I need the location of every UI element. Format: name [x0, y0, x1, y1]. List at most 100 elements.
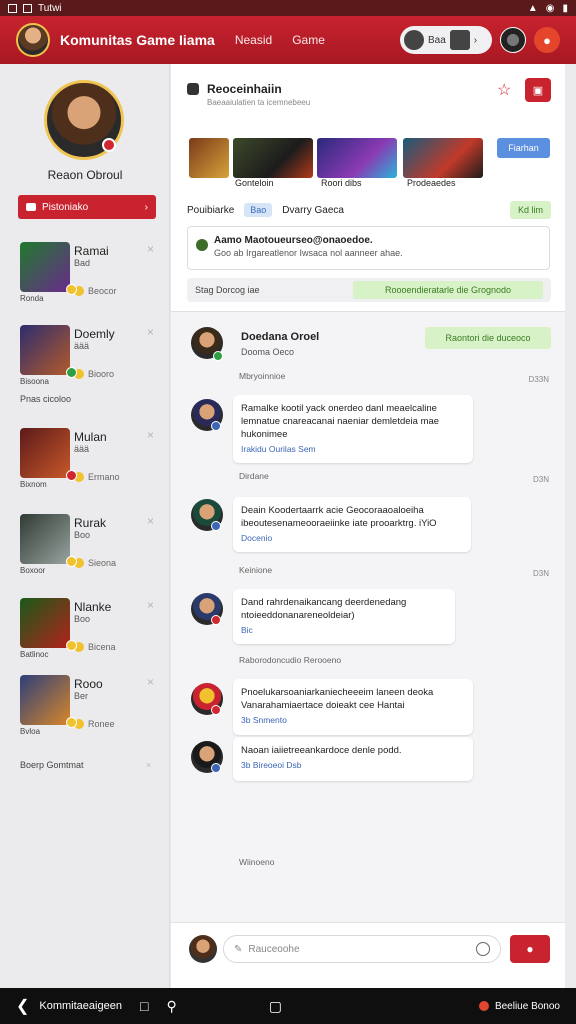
- chevron-right-icon: ›: [144, 201, 148, 213]
- message-meta: 3b Snmento: [241, 715, 287, 725]
- user-avatar: [189, 935, 217, 963]
- scroll-gutter[interactable]: [565, 64, 576, 988]
- author-name: Doedana Oroel: [241, 331, 320, 343]
- close-icon[interactable]: ×: [147, 428, 154, 442]
- message-group-header: Raborodoncudio Rerooeno: [239, 655, 342, 665]
- bottom-right-label[interactable]: Beeliue Bonoo: [495, 1001, 560, 1012]
- game-meta-text: Beocor: [88, 286, 117, 296]
- status-dot: [66, 470, 77, 481]
- sidebar-game-item[interactable]: Rooo Ber Ronee × Bvloa: [18, 673, 158, 736]
- game-meta: Biooro: [74, 369, 114, 379]
- game-meta-text: Bicena: [88, 642, 116, 652]
- game-thumbnail: [20, 514, 70, 564]
- message-text: Dand rahrdenaikancang deerdenedang ntoie…: [241, 597, 407, 621]
- user-avatar[interactable]: [16, 23, 50, 57]
- announcement-box[interactable]: Aamo Maotoueurseo@onaoedoe. Goo ab Irgar…: [187, 226, 550, 270]
- sidebar-primary-button[interactable]: Pistoniako ›: [18, 195, 156, 219]
- status-dot: [66, 367, 77, 378]
- status-dot: [66, 717, 77, 728]
- close-icon[interactable]: ×: [147, 325, 154, 339]
- banner-caption: Prodeaedes: [407, 178, 456, 188]
- banner-image[interactable]: [403, 138, 483, 178]
- sidebar-game-item[interactable]: Doemly äää Biooro × Bisoona: [18, 323, 158, 386]
- message-bubble[interactable]: Deain Koodertaarrk acie Geocoraaoaloeiha…: [233, 497, 471, 552]
- send-button[interactable]: ●: [510, 935, 550, 963]
- tab-1[interactable]: Pouibiarke: [187, 205, 234, 216]
- battery-icon: ▮: [562, 2, 568, 14]
- message-meta: Irakidu Ourilas Sem: [241, 444, 316, 454]
- main-panel: Reoceinhaiin Baeaaiulatien ta icemnebeeu…: [171, 64, 565, 988]
- sidebar-button-label: Pistoniako: [42, 201, 89, 213]
- close-icon[interactable]: ×: [146, 760, 151, 770]
- profile-avatar[interactable]: [500, 27, 526, 53]
- home-icon[interactable]: ▢: [269, 998, 282, 1015]
- banner-caption: Roori dibs: [321, 178, 362, 188]
- account-switcher[interactable]: Baa ›: [400, 26, 492, 54]
- sidebar-game-item[interactable]: Nlanke Boo Bicena × Batlinoc: [18, 596, 158, 659]
- game-caption: Batlinoc: [20, 650, 49, 659]
- game-caption: Bvloa: [20, 727, 41, 736]
- search-icon[interactable]: ⚲: [166, 998, 176, 1015]
- message-time: D3N: [532, 569, 549, 578]
- close-icon[interactable]: ×: [147, 242, 154, 256]
- join-button[interactable]: Raontori die duceoco: [425, 327, 551, 349]
- close-icon[interactable]: ×: [147, 598, 154, 612]
- game-meta: Bicena: [74, 642, 116, 652]
- game-meta-text: Ronee: [88, 719, 115, 729]
- filter-label: Stag Dorcog iae: [195, 285, 260, 295]
- close-icon[interactable]: ×: [147, 675, 154, 689]
- follow-button[interactable]: Fiarhan: [497, 138, 550, 158]
- game-title: Rurak: [74, 516, 107, 530]
- game-title: Nlanke: [74, 600, 112, 614]
- message-meta: Bic: [241, 625, 253, 635]
- game-caption: Bisoona: [20, 377, 49, 386]
- message-meta: Docenio: [241, 533, 273, 543]
- game-thumbnail: [20, 325, 70, 375]
- status-dot: [211, 521, 221, 531]
- game-meta: Sieona: [74, 558, 116, 568]
- sidebar-game-item[interactable]: Rurak Boo Sieona × Boxoor: [18, 512, 158, 575]
- sidebar: Reaon Obroul Pistoniako › Ramai Bad Beocor…: [0, 64, 170, 988]
- message-bubble[interactable]: Ramalke kootil yack onerdeo danl meaelca…: [233, 395, 473, 463]
- conversation-title: Reoceinhaiin: [207, 82, 282, 96]
- game-meta: Beocor: [74, 286, 117, 296]
- banner-image[interactable]: [317, 138, 397, 178]
- share-button[interactable]: ▣: [525, 78, 551, 102]
- close-icon[interactable]: ×: [147, 514, 154, 528]
- notification-button[interactable]: ●: [534, 27, 560, 53]
- emoji-icon[interactable]: [476, 942, 490, 956]
- game-title: Rooo: [74, 677, 103, 691]
- message-bubble[interactable]: Naoan iaiietreeankardoce denle podd. 3b B…: [233, 737, 473, 781]
- tab-3[interactable]: Dvarry Gaeca: [282, 205, 344, 216]
- filter-chip[interactable]: Kd lim: [509, 201, 551, 219]
- game-meta: Ronee: [74, 719, 115, 729]
- game-meta-text: Biooro: [88, 369, 115, 379]
- message-input[interactable]: ✎ Rauceoohe: [223, 935, 501, 963]
- filter-row: Stag Dorcog iae Roooendieratarle die Gro…: [187, 278, 551, 302]
- pencil-icon: ✎: [234, 943, 243, 955]
- back-icon[interactable]: ❮: [16, 996, 29, 1016]
- filter-action[interactable]: Roooendieratarle die Grognodo: [353, 281, 543, 299]
- status-bar: Tutwi ▲ ◉ ▮: [0, 0, 576, 16]
- banner-image[interactable]: [189, 138, 229, 178]
- banner-image[interactable]: [233, 138, 313, 178]
- message-bubble[interactable]: Pnoelukarsoaniarkaniecheeeim laneen deok…: [233, 679, 473, 735]
- sidebar-game-item[interactable]: Mulan äää Ermano × Bixnom: [18, 426, 158, 489]
- game-thumbnail: [20, 428, 70, 478]
- message-bubble[interactable]: Dand rahrdenaikancang deerdenedang ntoie…: [233, 589, 455, 644]
- chevron-right-icon: ›: [473, 34, 478, 46]
- recents-icon[interactable]: □: [140, 998, 148, 1014]
- conversation-card: Reoceinhaiin Baeaaiulatien ta icemnebeeu…: [171, 64, 565, 312]
- nav-link-1[interactable]: Neasid: [235, 33, 272, 47]
- star-icon[interactable]: ☆: [497, 80, 511, 100]
- app-title: Komunitas Game Iiama: [60, 32, 215, 48]
- tab-2[interactable]: Bao: [244, 203, 273, 217]
- game-subtitle: äää: [74, 444, 90, 454]
- bottom-nav-label: Kommitaeaigeen: [39, 1000, 122, 1012]
- game-subtitle: Boo: [74, 530, 91, 540]
- mini-avatar: [449, 30, 470, 50]
- sidebar-game-item[interactable]: Ramai Bad Beocor × Ronda: [18, 240, 158, 303]
- game-title: Doemly: [74, 327, 115, 341]
- section-label[interactable]: Boerp Gomtmat: [20, 760, 84, 770]
- nav-link-2[interactable]: Game: [292, 33, 325, 47]
